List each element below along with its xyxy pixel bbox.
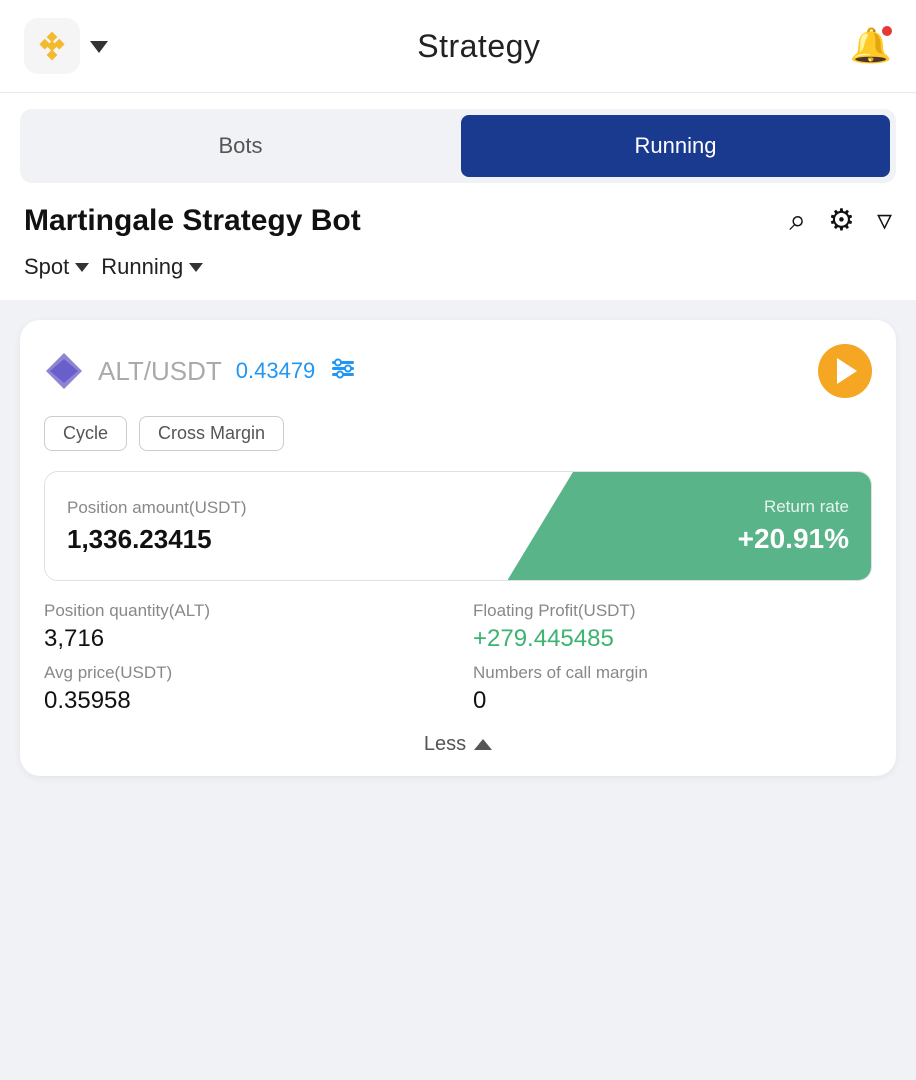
cycle-tag: Cycle — [44, 416, 127, 451]
filter-icons: ⌕ ⚙ ▿ — [789, 203, 892, 238]
return-rate-label: Return rate — [764, 497, 849, 517]
tab-bots[interactable]: Bots — [26, 115, 455, 177]
bottom-stats: Position quantity(ALT) 3,716 Floating Pr… — [44, 601, 872, 715]
filter-icon[interactable]: ▿ — [877, 203, 892, 238]
call-margin-label: Numbers of call margin — [473, 663, 872, 683]
header-left — [24, 18, 108, 74]
notification-dot — [880, 24, 894, 38]
main-content: ALT/USDT 0.43479 Cyc — [0, 300, 916, 796]
pair-quote: /USDT — [144, 356, 222, 386]
position-qty-value: 3,716 — [44, 625, 443, 653]
card-header-left: ALT/USDT 0.43479 — [44, 351, 357, 391]
chevron-up-icon — [474, 739, 492, 750]
running-dropdown[interactable]: Running — [101, 254, 203, 280]
avg-price-item: Avg price(USDT) 0.35958 — [44, 663, 443, 715]
chevron-down-icon[interactable] — [90, 41, 108, 53]
play-button[interactable] — [818, 344, 872, 398]
cross-margin-tag: Cross Margin — [139, 416, 284, 451]
call-margin-value: 0 — [473, 687, 872, 715]
position-amount-label: Position amount(USDT) — [67, 498, 486, 518]
avg-price-label: Avg price(USDT) — [44, 663, 443, 683]
header: Strategy 🔔 — [0, 0, 916, 93]
search-icon[interactable]: ⌕ — [789, 204, 806, 238]
filter-bar: Martingale Strategy Bot ⌕ ⚙ ▿ — [0, 183, 916, 254]
less-label: Less — [424, 733, 466, 756]
stats-right: Return rate +20.91% — [508, 472, 871, 580]
less-row[interactable]: Less — [44, 733, 872, 756]
running-chevron-icon — [189, 263, 203, 272]
notification-bell[interactable]: 🔔 — [850, 26, 892, 66]
position-amount-value: 1,336.23415 — [67, 524, 486, 555]
tags-row: Cycle Cross Margin — [44, 416, 872, 451]
spot-chevron-icon — [75, 263, 89, 272]
position-qty-label: Position quantity(ALT) — [44, 601, 443, 621]
tabs-row: Bots Running — [20, 109, 896, 183]
pair-price: 0.43479 — [236, 358, 316, 384]
bot-card: ALT/USDT 0.43479 Cyc — [20, 320, 896, 776]
stats-left: Position amount(USDT) 1,336.23415 — [45, 472, 508, 580]
stats-box: Position amount(USDT) 1,336.23415 Return… — [44, 471, 872, 581]
tab-running[interactable]: Running — [461, 115, 890, 177]
binance-logo[interactable] — [24, 18, 80, 74]
dropdowns-bar: Spot Running — [0, 254, 916, 300]
call-margin-item: Numbers of call margin 0 — [473, 663, 872, 715]
floating-profit-item: Floating Profit(USDT) +279.445485 — [473, 601, 872, 653]
pair-name: ALT/USDT — [98, 356, 222, 387]
spot-label: Spot — [24, 254, 69, 280]
alt-token-icon — [44, 351, 84, 391]
page-title: Martingale Strategy Bot — [24, 204, 361, 238]
tabs-section: Bots Running — [0, 93, 916, 183]
header-title: Strategy — [417, 28, 540, 65]
tune-icon[interactable] — [329, 354, 357, 389]
floating-profit-value: +279.445485 — [473, 625, 872, 653]
avg-price-value: 0.35958 — [44, 687, 443, 715]
spot-dropdown[interactable]: Spot — [24, 254, 89, 280]
card-header: ALT/USDT 0.43479 — [44, 344, 872, 398]
running-label: Running — [101, 254, 183, 280]
position-qty-item: Position quantity(ALT) 3,716 — [44, 601, 443, 653]
floating-profit-label: Floating Profit(USDT) — [473, 601, 872, 621]
return-rate-value: +20.91% — [738, 523, 849, 555]
settings-icon[interactable]: ⚙ — [828, 203, 855, 238]
